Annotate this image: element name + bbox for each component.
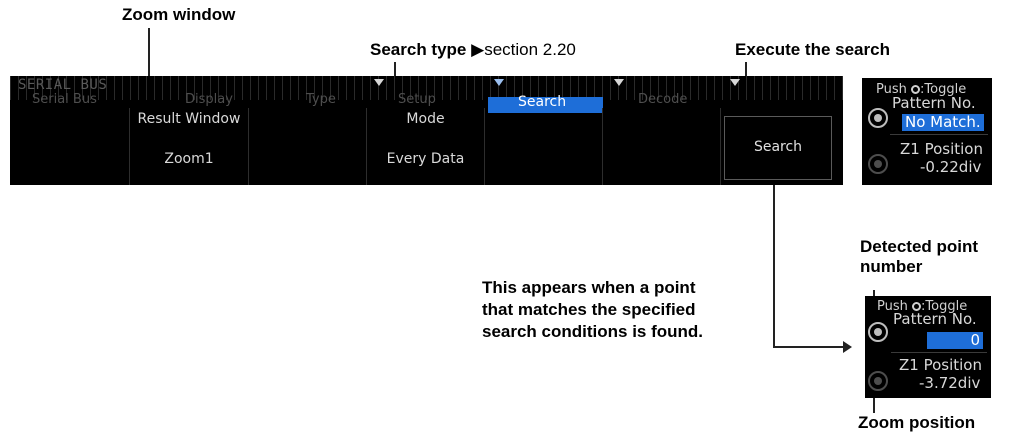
tab-serial-bus[interactable]: Serial Bus [32, 92, 97, 107]
arrow-right-icon: ▶ [471, 40, 485, 59]
rotary-knob-icon[interactable] [868, 154, 888, 174]
callout-search-type: Search type ▶section 2.20 [370, 40, 576, 60]
jog-panel-top: Push :Toggle Pattern No. No Match. Z1 Po… [862, 78, 992, 185]
knob-icon [911, 85, 921, 94]
chevron-down-icon [614, 79, 624, 86]
callout-search-type-text: Search type [370, 40, 467, 59]
callout-search-type-ref: section 2.20 [484, 40, 576, 59]
result-window-value: Zoom1 [164, 151, 214, 167]
callout-zoom-position: Zoom position [858, 413, 976, 432]
instrument-screen: SERIAL BUS Serial Bus Display Type Setup… [10, 76, 843, 185]
tab-setup[interactable]: Setup [398, 92, 436, 107]
callout-zoom-window: Zoom window [122, 5, 236, 24]
result-window-label: Result Window [137, 111, 241, 127]
pattern-no-label: Pattern No. [893, 310, 977, 328]
softkey-empty-1[interactable] [10, 108, 129, 185]
callout-execute-search: Execute the search [735, 40, 890, 59]
jog-panel-bottom: Push :Toggle Pattern No. 0 Z1 Position -… [865, 296, 991, 398]
mode-label: Mode [406, 111, 445, 127]
panel-divider [891, 352, 987, 353]
callout-appears-note: This appears when a point that matches t… [482, 277, 703, 343]
arrowhead-icon [843, 341, 852, 353]
tab-decode[interactable]: Decode [638, 92, 687, 107]
softkey-result-window[interactable]: Result Window Zoom1 [129, 108, 248, 185]
chevron-down-icon [374, 79, 384, 86]
softkey-empty-4[interactable] [602, 108, 720, 185]
panel-divider [890, 134, 988, 135]
callout-detected-point-line2: number [860, 257, 923, 276]
search-button[interactable]: Search [724, 116, 832, 180]
z1-position-label: Z1 Position [900, 140, 983, 158]
callout-detected-point-line1: Detected point [860, 237, 979, 256]
z1-position-value[interactable]: -3.72div [919, 374, 980, 392]
chevron-down-icon [730, 79, 740, 86]
softkey-bar: Result Window Zoom1 Mode Every Data [10, 108, 843, 185]
callout-detected-point: Detected point number [860, 237, 978, 277]
softkey-empty-3[interactable] [484, 108, 602, 185]
search-button-label: Search [753, 139, 803, 155]
softkey-empty-2[interactable] [248, 108, 366, 185]
z1-position-label: Z1 Position [899, 356, 982, 374]
pattern-no-label: Pattern No. [892, 94, 976, 112]
rotary-knob-icon[interactable] [868, 371, 888, 391]
menu-title: SERIAL BUS [18, 77, 108, 93]
pattern-no-value[interactable]: 0 [927, 332, 983, 349]
tab-display[interactable]: Display [185, 92, 233, 107]
z1-position-value[interactable]: -0.22div [920, 158, 981, 176]
softkey-mode[interactable]: Mode Every Data [366, 108, 484, 185]
rotary-knob-icon[interactable] [868, 108, 888, 128]
rotary-knob-icon[interactable] [868, 322, 888, 342]
note-line2: that matches the specified [482, 300, 696, 319]
note-line1: This appears when a point [482, 278, 696, 297]
leader-search-down [773, 177, 775, 347]
chevron-down-icon [494, 79, 504, 86]
mode-value: Every Data [386, 151, 465, 167]
leader-search-right [773, 346, 845, 348]
pattern-no-value[interactable]: No Match. [902, 114, 984, 131]
note-line3: search conditions is found. [482, 322, 704, 341]
tab-type[interactable]: Type [306, 92, 336, 107]
